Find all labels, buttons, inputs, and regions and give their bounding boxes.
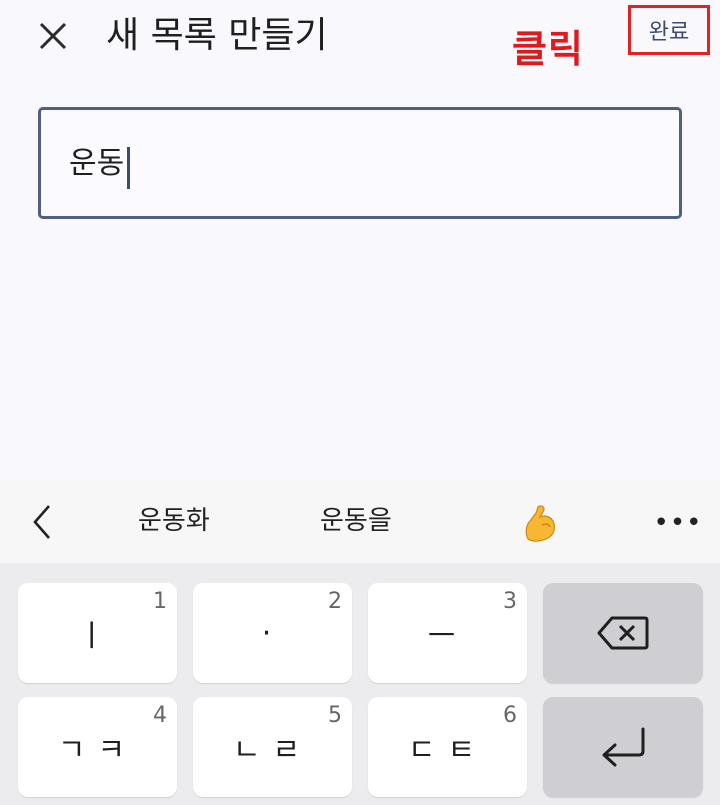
key-label: ㄷㅌ	[407, 733, 488, 768]
key-5[interactable]: 5 ㄴㄹ	[193, 697, 352, 797]
key-label: ㅣ	[77, 619, 118, 654]
key-4[interactable]: 4 ㄱㅋ	[18, 697, 177, 797]
suggestion-item[interactable]: 운동을	[320, 501, 392, 541]
click-annotation: 클릭	[512, 27, 584, 71]
backspace-icon	[597, 616, 649, 650]
key-label: ·	[261, 615, 284, 651]
backspace-key-face	[543, 583, 703, 683]
done-button[interactable]: 완료	[628, 5, 710, 55]
keyboard: 1 ㅣ 2 · 3 ㅡ 4 ㄱㅋ 5 ㄴㄹ 6 ㄷㅌ	[0, 563, 720, 805]
more-suggestions-button[interactable]: •••	[654, 503, 702, 543]
key-label: ㅡ	[427, 619, 468, 654]
enter-key[interactable]	[543, 697, 703, 797]
suggestion-back-button[interactable]	[22, 499, 62, 545]
top-bar: 새 목록 만들기 클릭 완료	[0, 0, 720, 80]
flexed-biceps-icon	[525, 505, 555, 542]
chevron-left-icon	[33, 505, 50, 539]
key-label: ㄱㅋ	[57, 733, 138, 768]
key-2[interactable]: 2 ·	[193, 583, 352, 683]
close-icon	[39, 22, 67, 50]
key-3[interactable]: 3 ㅡ	[368, 583, 527, 683]
enter-key-face	[543, 697, 703, 797]
key-1[interactable]: 1 ㅣ	[18, 583, 177, 683]
suggestion-item[interactable]: 운동화	[138, 501, 210, 541]
backspace-key[interactable]	[543, 583, 703, 683]
key-label: ㄴㄹ	[232, 733, 313, 768]
key-6[interactable]: 6 ㄷㅌ	[368, 697, 527, 797]
list-name-value: 운동	[69, 146, 125, 181]
close-button[interactable]	[30, 10, 76, 62]
list-name-input[interactable]: 운동	[38, 107, 682, 219]
page-title: 새 목록 만들기	[106, 15, 328, 56]
text-caret	[127, 147, 130, 189]
flexed-biceps-emoji[interactable]	[522, 503, 558, 543]
enter-icon	[602, 727, 645, 767]
suggestion-bar: 운동화 운동을 •••	[0, 481, 720, 563]
